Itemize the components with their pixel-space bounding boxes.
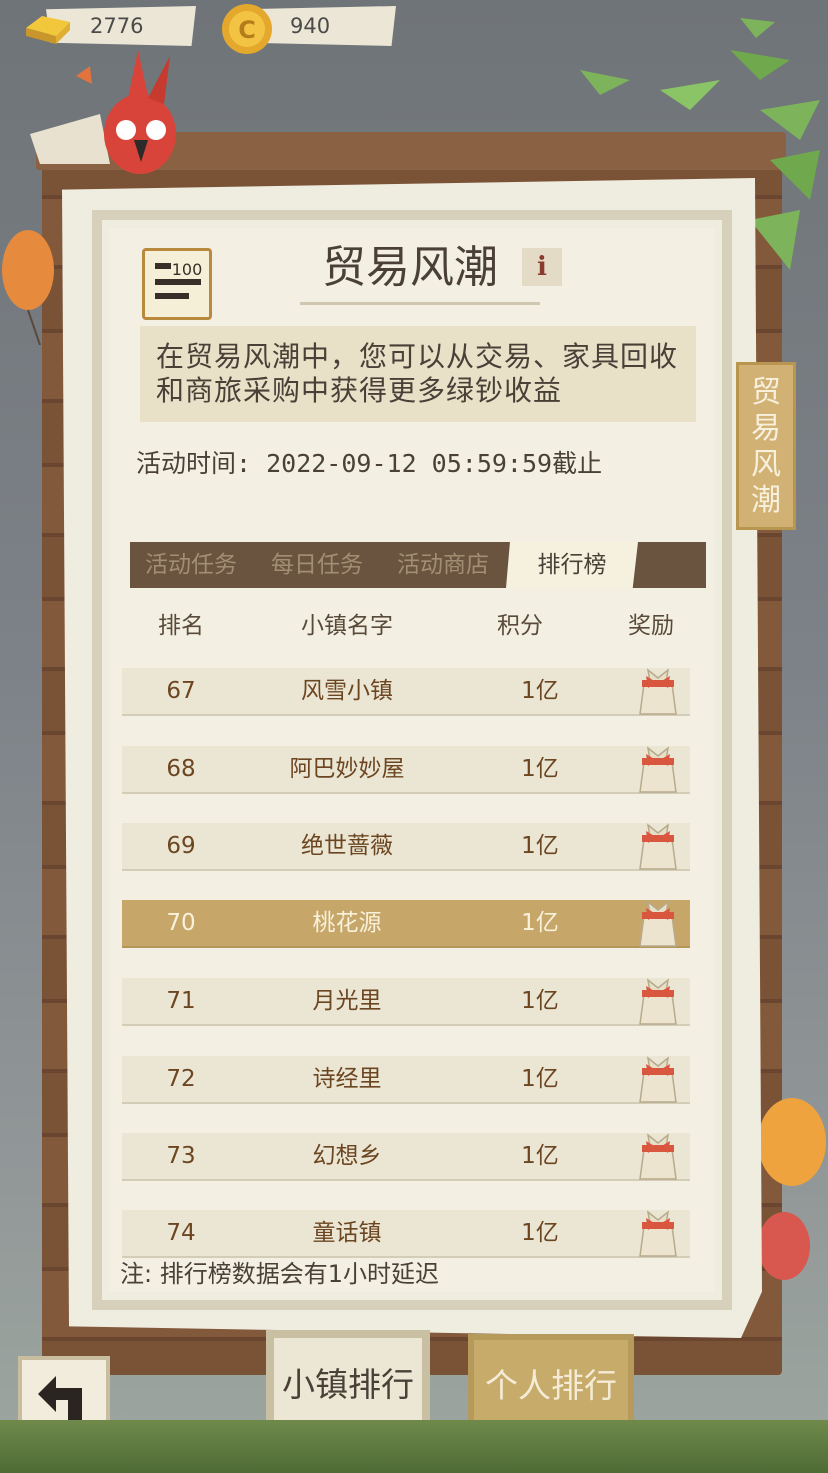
row-score: 1亿 bbox=[521, 988, 559, 1014]
tab-activity-tasks[interactable]: 活动任务 bbox=[134, 542, 248, 588]
svg-text:C: C bbox=[238, 16, 256, 44]
page-title: 贸易风潮 bbox=[322, 242, 498, 293]
table-row: 69 绝世蔷薇 1亿 bbox=[122, 823, 690, 871]
row-town-name: 阿巴妙妙屋 bbox=[289, 756, 405, 782]
tab-leaderboard[interactable]: 排行榜 bbox=[506, 542, 638, 588]
table-row: 72 诗经里 1亿 bbox=[122, 1056, 690, 1104]
column-header-score: 积分 bbox=[497, 613, 543, 639]
info-icon[interactable]: i bbox=[522, 248, 562, 286]
row-rank: 69 bbox=[166, 833, 196, 859]
table-row: 68 阿巴妙妙屋 1亿 bbox=[122, 746, 690, 794]
gold-amount: 2776 bbox=[90, 14, 144, 38]
row-rank: 67 bbox=[166, 678, 196, 704]
table-row: 73 幻想乡 1亿 bbox=[122, 1133, 690, 1181]
gift-bag-icon[interactable] bbox=[636, 662, 680, 720]
row-town-name: 诗经里 bbox=[312, 1066, 382, 1092]
title-divider bbox=[300, 302, 540, 305]
row-rank: 68 bbox=[166, 756, 196, 782]
row-rank: 74 bbox=[166, 1220, 196, 1246]
table-row: 67 风雪小镇 1亿 bbox=[122, 668, 690, 716]
table-row: 74 童话镇 1亿 bbox=[122, 1210, 690, 1258]
table-row: 70 桃花源 1亿 bbox=[122, 900, 690, 948]
column-header-reward: 奖励 bbox=[628, 613, 674, 639]
rank-100-icon: 100 bbox=[142, 248, 212, 320]
gift-bag-icon[interactable] bbox=[636, 972, 680, 1030]
row-score: 1亿 bbox=[521, 910, 559, 936]
row-score: 1亿 bbox=[521, 1066, 559, 1092]
row-score: 1亿 bbox=[521, 756, 559, 782]
gift-bag-icon[interactable] bbox=[636, 894, 680, 952]
table-row: 71 月光里 1亿 bbox=[122, 978, 690, 1026]
gift-bag-icon[interactable] bbox=[636, 1204, 680, 1262]
gold-bar-icon bbox=[26, 16, 70, 44]
svg-text:100: 100 bbox=[172, 260, 203, 279]
row-rank: 72 bbox=[166, 1066, 196, 1092]
gift-bag-icon[interactable] bbox=[636, 740, 680, 798]
balloons-right bbox=[758, 1098, 826, 1280]
row-score: 1亿 bbox=[521, 678, 559, 704]
row-town-name: 桃花源 bbox=[312, 910, 382, 936]
orange-balloon-left bbox=[2, 230, 54, 345]
coin-amount: 940 bbox=[290, 14, 331, 38]
row-town-name: 月光里 bbox=[312, 988, 382, 1014]
row-score: 1亿 bbox=[521, 1220, 559, 1246]
row-rank: 71 bbox=[166, 988, 196, 1014]
gift-bag-icon[interactable] bbox=[636, 817, 680, 875]
row-rank: 73 bbox=[166, 1143, 196, 1169]
column-header-rank: 排名 bbox=[158, 613, 204, 639]
row-town-name: 绝世蔷薇 bbox=[301, 833, 393, 859]
side-tab-trade-wave[interactable]: 贸易风潮 bbox=[736, 362, 796, 530]
red-bird-mascot bbox=[30, 50, 176, 174]
row-town-name: 童话镇 bbox=[312, 1220, 382, 1246]
row-rank: 70 bbox=[166, 910, 196, 936]
column-header-town-name: 小镇名字 bbox=[301, 613, 393, 639]
gift-bag-icon[interactable] bbox=[636, 1127, 680, 1185]
grass-ground bbox=[0, 1420, 828, 1473]
row-town-name: 幻想乡 bbox=[312, 1143, 382, 1169]
coin-icon: C bbox=[222, 4, 272, 54]
gift-bag-icon[interactable] bbox=[636, 1050, 680, 1108]
event-time: 活动时间: 2022-09-12 05:59:59截止 bbox=[136, 449, 603, 478]
side-tab-label: 贸易风潮 bbox=[751, 375, 781, 518]
row-town-name: 风雪小镇 bbox=[301, 678, 393, 704]
tab-activity-shop[interactable]: 活动商店 bbox=[386, 542, 500, 588]
leaderboard-note: 注: 排行榜数据会有1小时延迟 bbox=[120, 1260, 439, 1288]
event-description: 在贸易风潮中，您可以从交易、家具回收和商旅采购中获得更多绿钞收益 bbox=[140, 326, 696, 422]
tab-daily-tasks[interactable]: 每日任务 bbox=[260, 542, 374, 588]
row-score: 1亿 bbox=[521, 833, 559, 859]
row-score: 1亿 bbox=[521, 1143, 559, 1169]
